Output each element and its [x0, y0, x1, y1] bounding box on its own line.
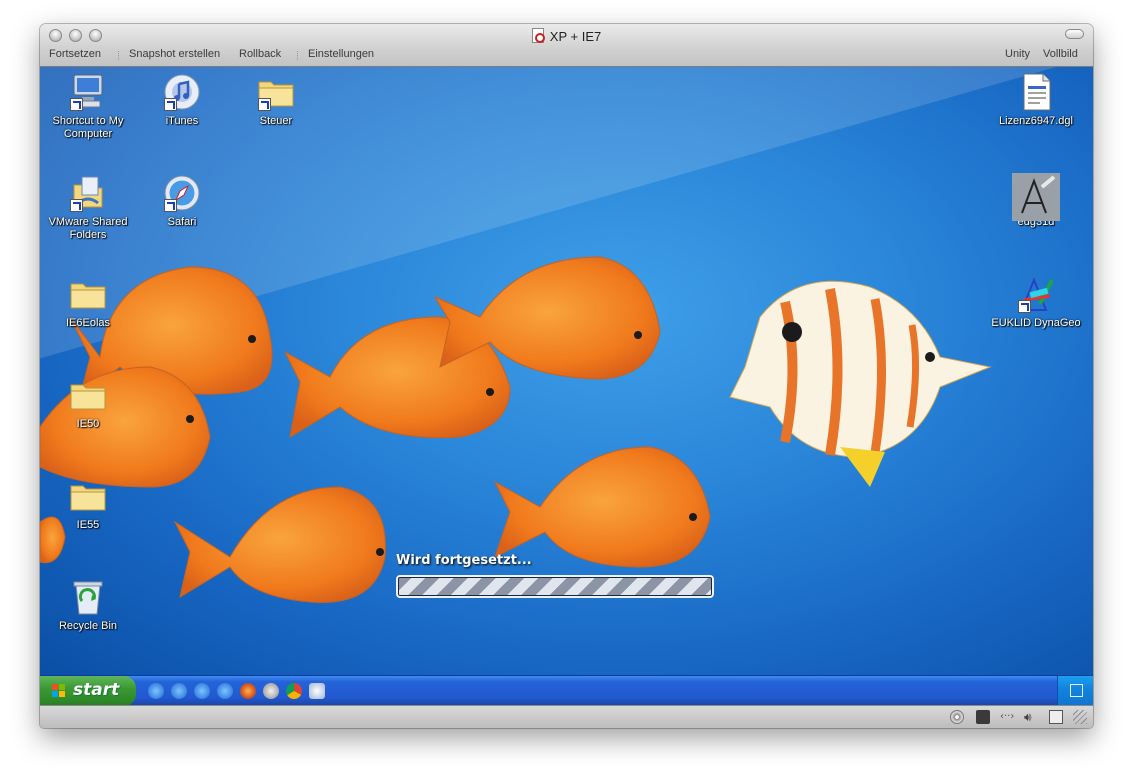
- folder-icon: [256, 72, 296, 112]
- recycle-bin-icon: [68, 577, 108, 617]
- ie-icon[interactable]: [217, 683, 233, 699]
- vmware-window: XP + IE7 Fortsetzen Snapshot erstellen R…: [40, 24, 1093, 728]
- speaker-icon[interactable]: 🔊︎: [1024, 710, 1038, 724]
- window-title-area: XP + IE7: [40, 28, 1093, 44]
- desktop-icon-label: VMware Shared Folders: [48, 216, 128, 241]
- title-bar: XP + IE7 Fortsetzen Snapshot erstellen R…: [40, 24, 1093, 67]
- rollback-button[interactable]: Rollback: [239, 48, 281, 60]
- start-button[interactable]: start: [40, 676, 136, 706]
- desktop-icon-vmware-shared-folders[interactable]: VMware Shared Folders: [40, 173, 136, 242]
- toolbar-toggle-button[interactable]: [1065, 29, 1084, 39]
- shared-folders-icon: [68, 173, 108, 213]
- resume-progress: Wird fortgesetzt...: [396, 553, 716, 598]
- desktop-icon-euklid-dynageo[interactable]: EUKLID DynaGeo: [988, 274, 1084, 330]
- xp-desktop: Shortcut to My Computer iTunes Steuer VM…: [40, 67, 1093, 675]
- desktop-icon-my-computer[interactable]: Shortcut to My Computer: [40, 72, 136, 141]
- my-computer-icon: [68, 72, 108, 112]
- toolbar-divider: [297, 51, 298, 60]
- document-icon: [1016, 72, 1056, 112]
- network-icon[interactable]: ‹··›: [1000, 710, 1014, 724]
- vm-document-icon: [531, 28, 545, 43]
- shortcut-arrow-icon: [1018, 300, 1031, 313]
- settings-button[interactable]: Einstellungen: [308, 48, 374, 60]
- ie-icon[interactable]: [171, 683, 187, 699]
- resume-progress-bar: [396, 575, 714, 598]
- toolbar-divider: [118, 51, 119, 60]
- misc-icon[interactable]: [309, 683, 325, 699]
- hard-disk-icon[interactable]: [976, 710, 990, 724]
- geometry-tool-icon: [1012, 173, 1060, 221]
- xp-taskbar: start: [40, 675, 1093, 706]
- itunes-icon: [162, 72, 202, 112]
- cd-drive-icon[interactable]: [950, 710, 964, 724]
- dynageo-icon: [1016, 274, 1056, 314]
- usb-icon[interactable]: [1049, 710, 1063, 724]
- desktop-icon-label: IE55: [76, 519, 100, 531]
- show-desktop-icon[interactable]: [1070, 684, 1083, 697]
- ie-icon[interactable]: [194, 683, 210, 699]
- system-tray: [1057, 676, 1093, 706]
- firefox-icon[interactable]: [240, 683, 256, 699]
- desktop-icon-label: Safari: [167, 216, 197, 228]
- resume-progress-label: Wird fortgesetzt...: [396, 553, 532, 568]
- desktop-icon-label: IE6Eolas: [65, 317, 111, 329]
- fullscreen-button[interactable]: Vollbild: [1043, 48, 1078, 60]
- resume-button[interactable]: Fortsetzen: [49, 48, 101, 60]
- desktop-icon-label: IE50: [76, 418, 100, 430]
- shortcut-arrow-icon: [70, 199, 83, 212]
- desktop-icon-label: Steuer: [259, 115, 293, 127]
- shortcut-arrow-icon: [258, 98, 271, 111]
- desktop-icon-safari[interactable]: Safari: [134, 173, 230, 229]
- ie-icon[interactable]: [148, 683, 164, 699]
- desktop-icon-ie55[interactable]: IE55: [40, 476, 136, 532]
- resize-grip-icon[interactable]: [1073, 710, 1087, 724]
- desktop-icon-label: EUKLID DynaGeo: [991, 317, 1081, 329]
- window-title: XP + IE7: [549, 29, 602, 44]
- opera-icon[interactable]: [263, 683, 279, 699]
- shortcut-arrow-icon: [164, 98, 177, 111]
- vm-status-bar: ‹··› 🔊︎: [40, 705, 1093, 728]
- shortcut-arrow-icon: [164, 199, 177, 212]
- shortcut-arrow-icon: [70, 98, 83, 111]
- desktop-icon-lizenz[interactable]: Lizenz6947.dgl: [988, 72, 1084, 128]
- desktop-icon-recycle-bin[interactable]: Recycle Bin: [40, 577, 136, 633]
- desktop-icon-edg31d[interactable]: edg31d: [988, 173, 1084, 229]
- safari-icon: [162, 173, 202, 213]
- chrome-icon[interactable]: [286, 683, 302, 699]
- unity-button[interactable]: Unity: [1005, 48, 1030, 60]
- folder-icon: [68, 375, 108, 415]
- folder-icon: [68, 476, 108, 516]
- windows-flag-icon: [52, 684, 66, 698]
- folder-icon: [68, 274, 108, 314]
- desktop-icon-ie6eolas[interactable]: IE6Eolas: [40, 274, 136, 330]
- start-label: start: [73, 680, 120, 700]
- desktop-icon-itunes[interactable]: iTunes: [134, 72, 230, 128]
- snapshot-button[interactable]: Snapshot erstellen: [129, 48, 220, 60]
- desktop-icon-label: Recycle Bin: [58, 620, 118, 632]
- desktop-icon-steuer[interactable]: Steuer: [228, 72, 324, 128]
- toolbar: Fortsetzen Snapshot erstellen Rollback E…: [40, 48, 1093, 65]
- desktop-icon-ie50[interactable]: IE50: [40, 375, 136, 431]
- desktop-icon-label: Shortcut to My Computer: [52, 115, 124, 140]
- desktop-icon-label: iTunes: [165, 115, 199, 127]
- desktop-icon-label: Lizenz6947.dgl: [998, 115, 1073, 127]
